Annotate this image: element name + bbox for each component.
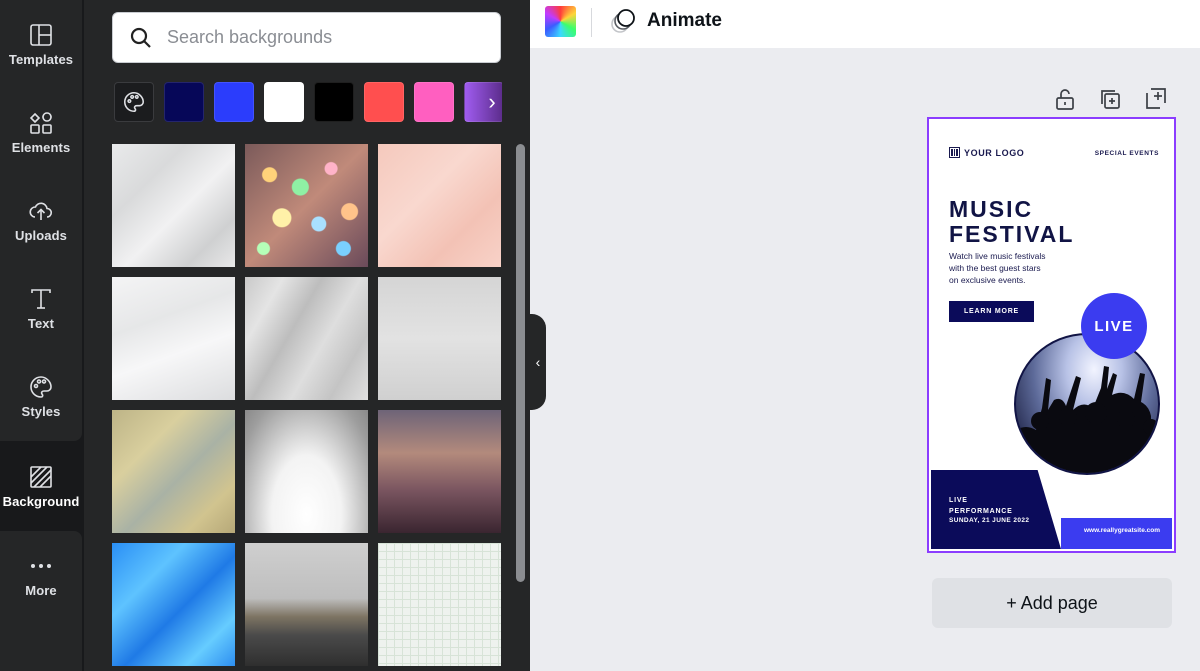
background-tile-white-marble[interactable]: [112, 277, 235, 400]
toolbar-divider: [591, 8, 592, 37]
rail-item-background[interactable]: Background: [0, 441, 82, 531]
add-page-icon: [1146, 88, 1166, 109]
rail-item-elements[interactable]: Elements: [0, 88, 82, 176]
rail-label: Styles: [21, 403, 61, 419]
poster-desc-line: with the best guest stars: [949, 263, 1041, 273]
swatch-blue[interactable]: [214, 82, 254, 122]
rail-label: Uploads: [15, 227, 67, 243]
rail-label: More: [25, 582, 57, 598]
color-swatches: [114, 82, 502, 124]
background-icon: [30, 465, 52, 488]
background-tile-map[interactable]: [112, 410, 235, 533]
poster-learn-more-button: LEARN MORE: [949, 301, 1034, 322]
swatch-black[interactable]: [314, 82, 354, 122]
editor-toolbar: Animate: [530, 0, 1200, 48]
swatch-navy[interactable]: [164, 82, 204, 122]
poster-perf-line: PERFORMANCE: [949, 508, 1013, 515]
backgrounds-panel: ›: [84, 0, 530, 671]
rail-item-uploads[interactable]: Uploads: [0, 176, 82, 264]
rail-label: Text: [27, 315, 55, 331]
styles-icon: [30, 375, 52, 398]
design-page[interactable]: YOUR LOGO SPECIAL EVENTS MUSIC FESTIVAL …: [927, 117, 1176, 553]
background-tile-pink-marble[interactable]: [378, 144, 501, 267]
panel-scrollbar[interactable]: [516, 144, 525, 582]
rail-item-text[interactable]: Text: [0, 264, 82, 352]
more-icon: [31, 563, 51, 568]
color-picker-button[interactable]: [545, 6, 576, 37]
poster-title: MUSIC FESTIVAL: [949, 197, 1074, 247]
chevron-right-icon[interactable]: ›: [482, 82, 502, 122]
poster-date: SUNDAY, 21 JUNE 2022: [949, 517, 1030, 524]
background-tile-grid-paper[interactable]: [378, 543, 501, 666]
swatch-pink[interactable]: [414, 82, 454, 122]
poster-title-line: MUSIC: [949, 196, 1034, 222]
background-tile-spotlight[interactable]: [245, 410, 368, 533]
rail-item-more[interactable]: More: [0, 531, 82, 619]
poster-special-events: SPECIAL EVENTS: [1094, 150, 1159, 157]
search-input[interactable]: [167, 27, 467, 48]
poster-desc-line: Watch live music festivals: [949, 251, 1046, 261]
poster-desc-line: on exclusive events.: [949, 275, 1026, 285]
add-page-icon-button[interactable]: [1142, 86, 1168, 112]
lock-page-button[interactable]: [1052, 86, 1078, 112]
background-tile-road[interactable]: [245, 543, 368, 666]
rail-label: Background: [2, 493, 80, 509]
background-grid: [112, 144, 501, 671]
palette-button[interactable]: [114, 82, 154, 122]
add-page-button[interactable]: + Add page: [932, 578, 1172, 628]
animate-icon[interactable]: [609, 8, 637, 36]
poster-description: Watch live music festivals with the best…: [949, 250, 1089, 286]
poster-title-line: FESTIVAL: [949, 221, 1075, 247]
poster-live-badge: LIVE: [1081, 293, 1147, 359]
background-tile-bokeh[interactable]: [245, 144, 368, 267]
palette-icon: [123, 91, 145, 113]
swatch-red[interactable]: [364, 82, 404, 122]
poster-perf-line: LIVE: [949, 497, 968, 504]
poster-canvas: YOUR LOGO SPECIAL EVENTS MUSIC FESTIVAL …: [931, 121, 1172, 549]
templates-icon: [30, 23, 52, 46]
collapse-panel-button[interactable]: ‹: [530, 314, 546, 410]
logo-mark-icon: [949, 147, 960, 158]
background-tile-concrete[interactable]: [378, 277, 501, 400]
rail-label: Templates: [8, 51, 74, 67]
background-tile-crumpled-paper[interactable]: [245, 277, 368, 400]
poster-logo: YOUR LOGO: [949, 147, 1024, 158]
side-rail: Templates Elements Uploads Text Styles B…: [0, 0, 84, 671]
rail-item-styles[interactable]: Styles: [0, 352, 82, 440]
rail-item-templates[interactable]: Templates: [0, 0, 82, 88]
swatch-white[interactable]: [264, 82, 304, 122]
rail-label: Elements: [11, 139, 71, 155]
background-tile-sunset-gradient[interactable]: [378, 410, 501, 533]
text-icon: [31, 288, 51, 309]
poster-website: www.reallygreatsite.com: [1084, 527, 1160, 534]
search-box[interactable]: [112, 12, 501, 63]
elements-icon: [29, 111, 52, 134]
background-tile-marble-gray[interactable]: [112, 144, 235, 267]
uploads-icon: [29, 202, 53, 220]
duplicate-page-button[interactable]: [1097, 86, 1123, 112]
poster-logo-text: YOUR LOGO: [964, 147, 1025, 158]
poster-performance: LIVE PERFORMANCE: [949, 495, 1013, 517]
search-icon: [130, 27, 151, 48]
unlock-icon: [1056, 89, 1074, 110]
background-tile-pool-water[interactable]: [112, 543, 235, 666]
concert-crowd-image: [1014, 333, 1160, 475]
duplicate-icon: [1101, 90, 1120, 109]
animate-button[interactable]: Animate: [647, 10, 722, 32]
chevron-left-icon: ‹: [535, 354, 541, 370]
crowd-silhouette: [1016, 366, 1158, 473]
